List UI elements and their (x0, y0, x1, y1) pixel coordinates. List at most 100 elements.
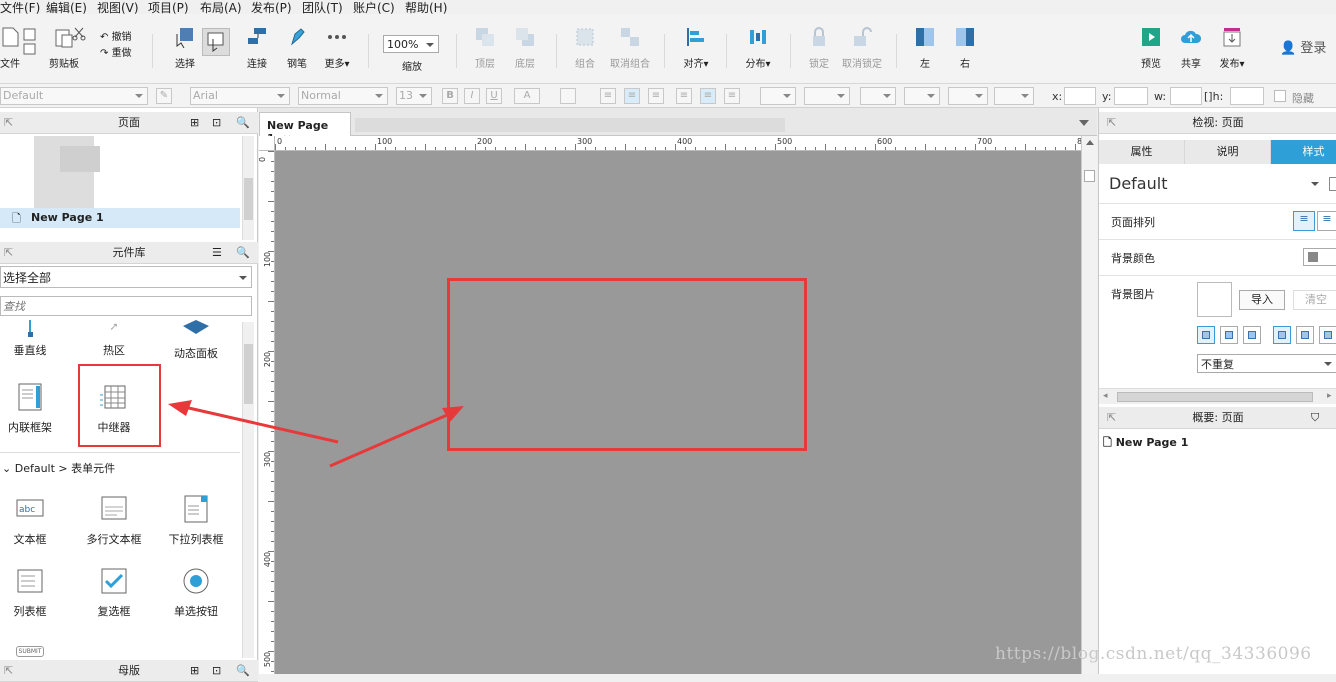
lock-ratio-icon[interactable]: [] (1204, 90, 1213, 103)
pen-button[interactable]: 钢笔 (280, 26, 314, 70)
cut-icon[interactable] (72, 26, 86, 56)
bg-pos-top-button[interactable] (1273, 326, 1291, 344)
repeat-select[interactable]: 不重复 (1197, 354, 1336, 373)
tab-overflow-icon[interactable] (1079, 120, 1089, 126)
style-select[interactable]: Default (0, 87, 148, 105)
widget-dynamic-panel[interactable]: 动态面板 (156, 320, 236, 361)
x-input[interactable] (1064, 87, 1096, 105)
italic-button[interactable]: I (464, 88, 480, 104)
scroll-thumb[interactable] (1117, 392, 1313, 402)
fill-color-select[interactable] (760, 87, 796, 105)
collapse-icon[interactable]: ⇱ (4, 660, 13, 682)
menu-icon[interactable]: ☰ (212, 242, 222, 264)
line-color-select[interactable] (860, 87, 896, 105)
y-input[interactable] (1114, 87, 1148, 105)
collapse-icon[interactable]: ⇱ (4, 112, 13, 134)
more-button[interactable]: 更多▾ (318, 26, 356, 70)
style-edit-icon[interactable]: ✎ (156, 88, 172, 104)
unlock-button[interactable]: 取消锁定 (840, 26, 884, 70)
text-style-button[interactable] (560, 88, 576, 104)
bg-pos-right-button[interactable] (1243, 326, 1261, 344)
align-left-page-button[interactable]: ≡ (1293, 211, 1315, 231)
widget-list-box[interactable]: 列表框 (0, 566, 70, 619)
inspector-h-scrollbar[interactable]: ◂ ▸ (1099, 388, 1336, 404)
file-button[interactable]: 文件 (0, 26, 20, 70)
connect-button[interactable]: 连接 (240, 26, 274, 70)
align-button[interactable]: 对齐▾ (676, 26, 716, 70)
underline-button[interactable]: U (486, 88, 502, 104)
library-filter-select[interactable]: 选择全部 (0, 266, 252, 288)
preview-button[interactable]: 预览 (1134, 26, 1168, 70)
widget-hotspot[interactable]: ➚ 热区 (74, 320, 154, 358)
tab-new-page-1[interactable]: New Page 1× (259, 112, 351, 145)
clear-button[interactable]: 清空 (1293, 290, 1336, 310)
collapse-icon[interactable]: ⇱ (1107, 112, 1116, 134)
line-width-select[interactable] (904, 87, 940, 105)
style-manage-icon[interactable] (1329, 177, 1336, 191)
bg-pos-middle-button[interactable] (1296, 326, 1314, 344)
align-center-page-button[interactable]: ≡ (1317, 211, 1336, 231)
widget-inline-frame[interactable]: 内联框架 (0, 382, 70, 435)
bg-pos-bottom-button[interactable] (1319, 326, 1336, 344)
search-icon[interactable]: 🔍 (236, 112, 250, 134)
scroll-thumb[interactable] (244, 178, 253, 220)
share-button[interactable]: 共享 (1174, 26, 1208, 70)
library-scrollbar[interactable] (242, 322, 254, 658)
right-panel-toggle[interactable]: 右 (950, 26, 980, 70)
canvas-vertical-scrollbar[interactable] (1081, 136, 1097, 674)
align-right-text-button[interactable]: ≡ (648, 88, 664, 104)
hide-checkbox[interactable] (1274, 90, 1286, 102)
w-input[interactable] (1170, 87, 1202, 105)
align-bottom-text-button[interactable]: ≡ (724, 88, 740, 104)
save-icon[interactable] (22, 28, 38, 56)
intersect-select-button[interactable] (202, 28, 230, 56)
tab-notes[interactable]: 说明 (1185, 140, 1271, 164)
select-mode-button[interactable]: 选择 (168, 26, 202, 70)
form-section-header[interactable]: ⌄ Default > 表单元件 (2, 460, 115, 476)
widget-text-area[interactable]: 多行文本框 (74, 494, 154, 547)
scroll-thumb[interactable] (1084, 170, 1095, 182)
bg-color-picker[interactable] (1303, 248, 1336, 266)
add-master-icon[interactable]: ⊞ (190, 660, 199, 682)
tab-style[interactable]: 样式 (1271, 140, 1336, 164)
bring-to-front-button[interactable]: 顶层 (468, 26, 502, 70)
search-icon[interactable]: 🔍 (236, 242, 250, 264)
send-to-back-button[interactable]: 底层 (508, 26, 542, 70)
align-top-text-button[interactable]: ≡ (676, 88, 692, 104)
redo-button[interactable]: ↷ 重做 (100, 44, 132, 59)
add-folder-icon[interactable]: ⊡ (212, 660, 221, 682)
distribute-button[interactable]: 分布▾ (738, 26, 778, 70)
align-center-text-button[interactable]: ≡ (624, 88, 640, 104)
left-panel-toggle[interactable]: 左 (910, 26, 940, 70)
ungroup-button[interactable]: 取消组合 (606, 26, 654, 70)
scroll-left-icon[interactable]: ◂ (1103, 391, 1108, 401)
zoom-select[interactable]: 100% (383, 35, 439, 53)
pages-scrollbar[interactable] (242, 136, 254, 240)
lock-button[interactable]: 锁定 (802, 26, 836, 70)
login-button[interactable]: 👤 登录 (1280, 37, 1326, 56)
library-search-input[interactable] (0, 296, 252, 316)
outline-page-item[interactable]: 🗋 New Page 1 (1103, 434, 1188, 453)
bold-button[interactable]: B (442, 88, 458, 104)
arrow-style-select[interactable] (994, 87, 1034, 105)
widget-dropdown[interactable]: 下拉列表框 (156, 494, 236, 547)
widget-radio-button[interactable]: 单选按钮 (156, 566, 236, 619)
scroll-up-icon[interactable] (1086, 140, 1094, 145)
search-icon[interactable]: 🔍 (236, 660, 250, 682)
add-folder-icon[interactable]: ⊡ (212, 112, 221, 134)
align-left-text-button[interactable]: ≡ (600, 88, 616, 104)
font-size-select[interactable]: 13 (396, 87, 432, 105)
font-select[interactable]: Arial (190, 87, 290, 105)
widget-vertical-line[interactable]: 垂直线 (0, 320, 70, 358)
submit-button-widget[interactable]: SUBMIT (16, 646, 44, 657)
filter-icon[interactable]: ⛉ (1311, 407, 1319, 429)
font-color-button[interactable]: A (514, 88, 540, 104)
bg-pos-left-button[interactable] (1197, 326, 1215, 344)
undo-button[interactable]: ↶ 撤销 (100, 28, 132, 43)
widget-checkbox[interactable]: 复选框 (74, 566, 154, 619)
group-button[interactable]: 组合 (568, 26, 602, 70)
font-weight-select[interactable]: Normal (298, 87, 388, 105)
shadow-select[interactable] (804, 87, 850, 105)
collapse-icon[interactable]: ⇱ (1107, 407, 1116, 429)
align-middle-text-button[interactable]: ≡ (700, 88, 716, 104)
